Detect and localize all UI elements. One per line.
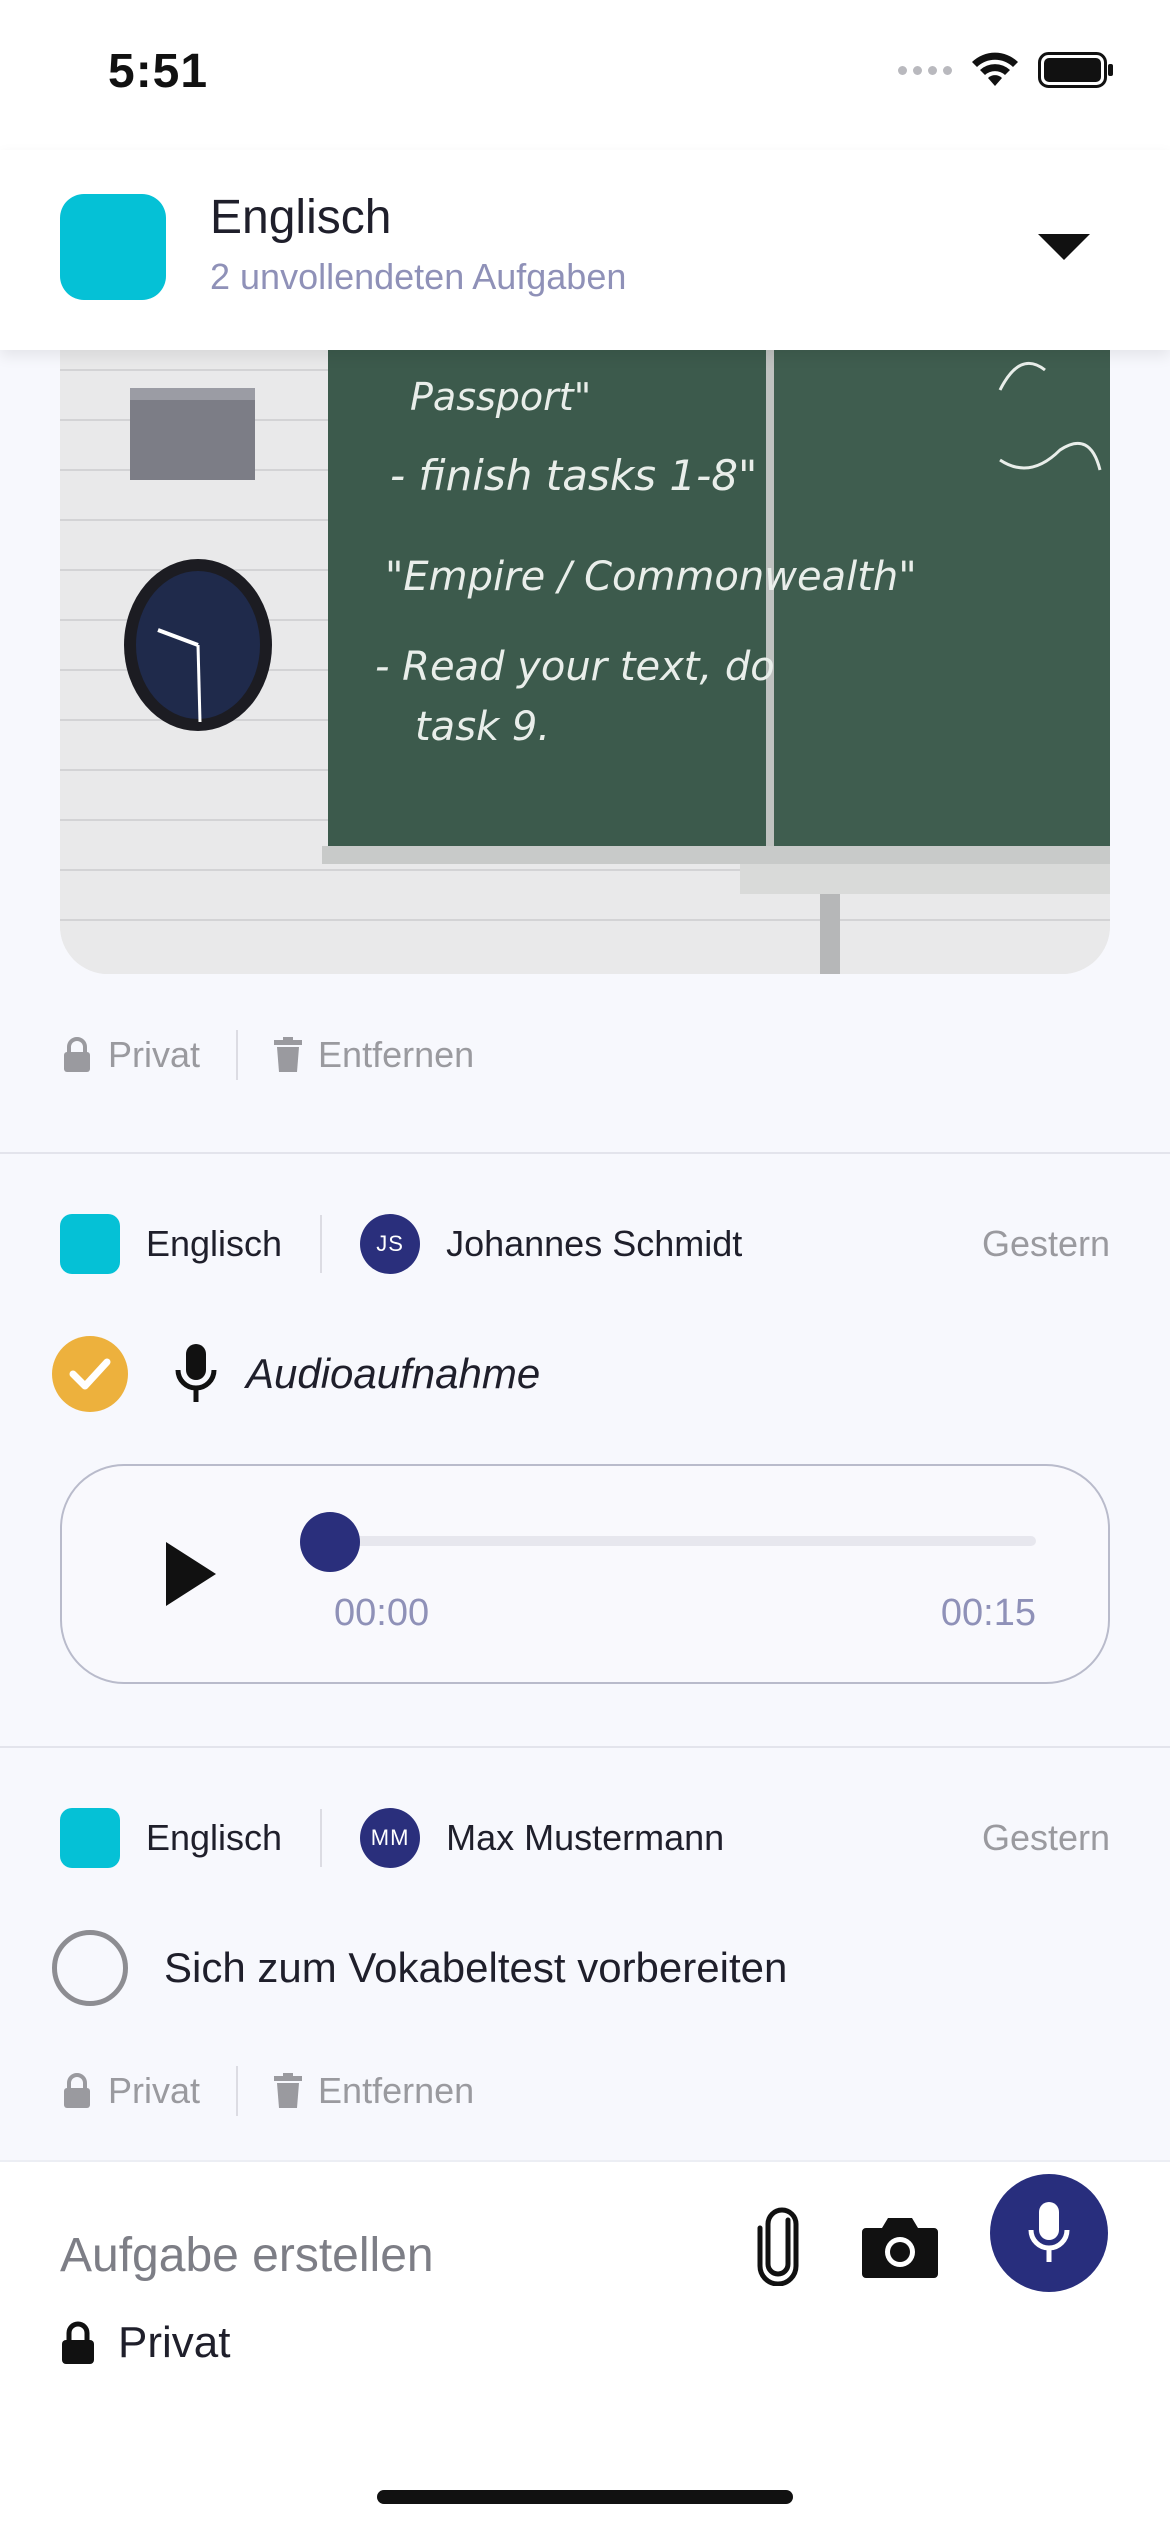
- private-label: Privat: [118, 2318, 231, 2367]
- chalk-line: task 9.: [415, 704, 550, 750]
- chevron-down-icon[interactable]: [1038, 234, 1090, 260]
- post-date: Gestern: [981, 1223, 1110, 1264]
- total-time: 00:15: [940, 1592, 1036, 1634]
- task-complete-checkbox[interactable]: [52, 1930, 128, 2006]
- remove-label: Entfernen: [318, 2070, 475, 2111]
- remove-label: Entfernen: [318, 1034, 475, 1075]
- status-bar: 5:51: [0, 0, 1170, 150]
- audio-task-row: Audioaufnahme: [52, 1336, 540, 1412]
- camera-icon[interactable]: [860, 2212, 940, 2282]
- chalk-line: - finish tasks 1-8": [390, 451, 757, 500]
- audio-progress-track[interactable]: [330, 1536, 1036, 1546]
- current-time: 00:00: [334, 1592, 430, 1634]
- author-name: Max Mustermann: [446, 1817, 725, 1858]
- trash-icon: [274, 1037, 303, 1072]
- avatar: JS: [360, 1214, 421, 1274]
- checkmark-icon: [69, 1358, 111, 1390]
- classroom-photo: Passport" - finish tasks 1-8" "Empire / …: [60, 330, 1110, 974]
- chalk-line: - Read your text, do: [375, 644, 775, 690]
- battery-icon: [1038, 52, 1113, 88]
- private-label: Privat: [108, 2070, 201, 2111]
- home-indicator: [377, 2490, 793, 2504]
- avatar: MM: [360, 1808, 421, 1868]
- private-label: Privat: [108, 1034, 201, 1075]
- audio-player: 00:00 00:15: [60, 1464, 1110, 1684]
- play-icon[interactable]: [166, 1542, 216, 1606]
- record-audio-button[interactable]: [990, 2174, 1108, 2292]
- subject-color-swatch: [60, 1214, 120, 1274]
- chalk-line: "Empire / Commonwealth": [385, 554, 917, 600]
- vocab-task-row: Sich zum Vokabeltest vorbereiten: [52, 1930, 787, 2006]
- lock-icon: [64, 1037, 90, 1072]
- remove-button[interactable]: Entfernen: [274, 1034, 474, 1076]
- task-title: Sich zum Vokabeltest vorbereiten: [164, 1944, 788, 1991]
- audio-scrubber-handle[interactable]: [300, 1512, 360, 1572]
- task-complete-checkbox[interactable]: [52, 1336, 128, 1412]
- open-tasks-count: 2 unvollendeten Aufgaben: [210, 256, 627, 297]
- lock-icon: [62, 2321, 94, 2364]
- task-title: Audioaufnahme: [246, 1350, 541, 1397]
- create-task-input[interactable]: [60, 2228, 700, 2283]
- subject-color-swatch: [60, 194, 166, 300]
- divider: [320, 1809, 323, 1867]
- microphone-icon: [175, 1344, 217, 1402]
- subject-color-swatch: [60, 1808, 120, 1868]
- status-icons: [898, 52, 1114, 88]
- divider: [236, 2066, 239, 2116]
- divider: [236, 1030, 239, 1080]
- status-time: 5:51: [108, 45, 209, 98]
- task-composer: Privat: [0, 2160, 1170, 2534]
- attachment-photo[interactable]: Passport" - finish tasks 1-8" "Empire / …: [60, 330, 1110, 974]
- paperclip-icon[interactable]: [748, 2206, 812, 2286]
- chalk-line: Passport": [410, 375, 591, 419]
- lock-icon: [64, 2073, 90, 2108]
- wifi-icon: [972, 52, 1018, 86]
- trash-icon: [274, 2073, 303, 2108]
- subject-title: Englisch: [210, 191, 392, 244]
- subject-label: Englisch: [146, 1223, 283, 1264]
- microphone-icon: [1028, 2202, 1070, 2262]
- signal-icon: [898, 65, 952, 75]
- vocab-post-meta: Englisch MM Max Mustermann Gestern: [60, 1808, 1110, 1868]
- subject-label: Englisch: [146, 1817, 283, 1858]
- subject-header[interactable]: Englisch 2 unvollendeten Aufgaben: [0, 150, 1170, 350]
- author-name: Johannes Schmidt: [446, 1223, 743, 1264]
- divider: [0, 1152, 1170, 1154]
- vocab-post-actions: Privat Entfernen: [62, 2066, 474, 2116]
- audio-post-meta: Englisch JS Johannes Schmidt Gestern: [60, 1214, 1110, 1274]
- photo-post-actions: Privat Entfernen: [62, 1030, 474, 1080]
- composer-private-toggle[interactable]: Privat: [60, 2318, 230, 2368]
- private-toggle[interactable]: Privat: [62, 2070, 200, 2112]
- remove-button[interactable]: Entfernen: [274, 2070, 474, 2112]
- private-toggle[interactable]: Privat: [62, 1034, 200, 1076]
- divider: [320, 1215, 323, 1273]
- divider: [0, 1746, 1170, 1748]
- post-date: Gestern: [981, 1817, 1110, 1858]
